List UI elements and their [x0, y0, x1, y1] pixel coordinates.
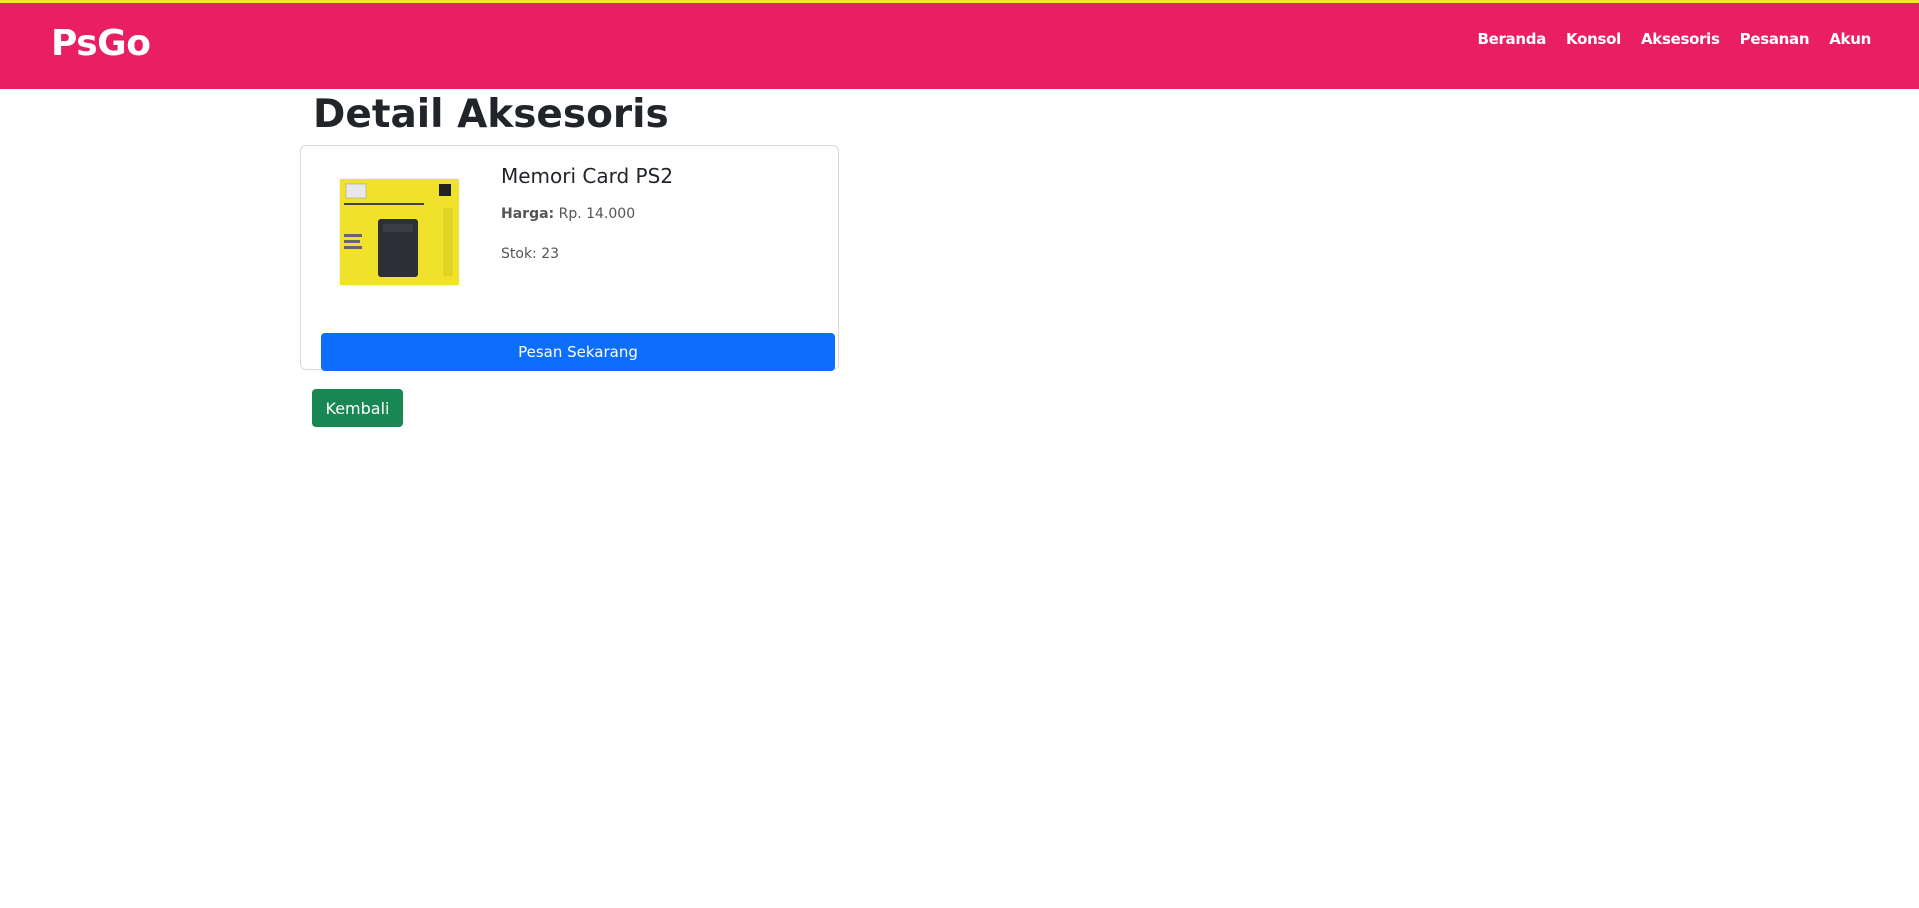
page-title: Detail Aksesoris [313, 92, 669, 137]
brand-logo[interactable]: PsGo [51, 23, 151, 64]
product-stock: Stok: 23 [501, 246, 560, 262]
nav-link-konsol[interactable]: Konsol [1566, 30, 1621, 48]
price-label: Harga: [501, 206, 555, 222]
nav-link-akun[interactable]: Akun [1829, 30, 1871, 48]
nav-links: Beranda Konsol Aksesoris Pesanan Akun [1477, 30, 1871, 48]
nav-link-beranda[interactable]: Beranda [1477, 30, 1546, 48]
back-button[interactable]: Kembali [312, 389, 403, 427]
order-now-button[interactable]: Pesan Sekarang [321, 333, 835, 371]
product-price: Harga: Rp. 14.000 [501, 206, 635, 222]
product-card: Memori Card PS2 Harga: Rp. 14.000 Stok: … [300, 145, 839, 371]
product-name: Memori Card PS2 [501, 164, 674, 188]
product-image [340, 179, 459, 285]
navbar: PsGo Beranda Konsol Aksesoris Pesanan Ak… [0, 3, 1919, 89]
price-value: Rp. 14.000 [558, 206, 636, 222]
nav-link-pesanan[interactable]: Pesanan [1740, 30, 1810, 48]
nav-link-aksesoris[interactable]: Aksesoris [1641, 30, 1720, 48]
